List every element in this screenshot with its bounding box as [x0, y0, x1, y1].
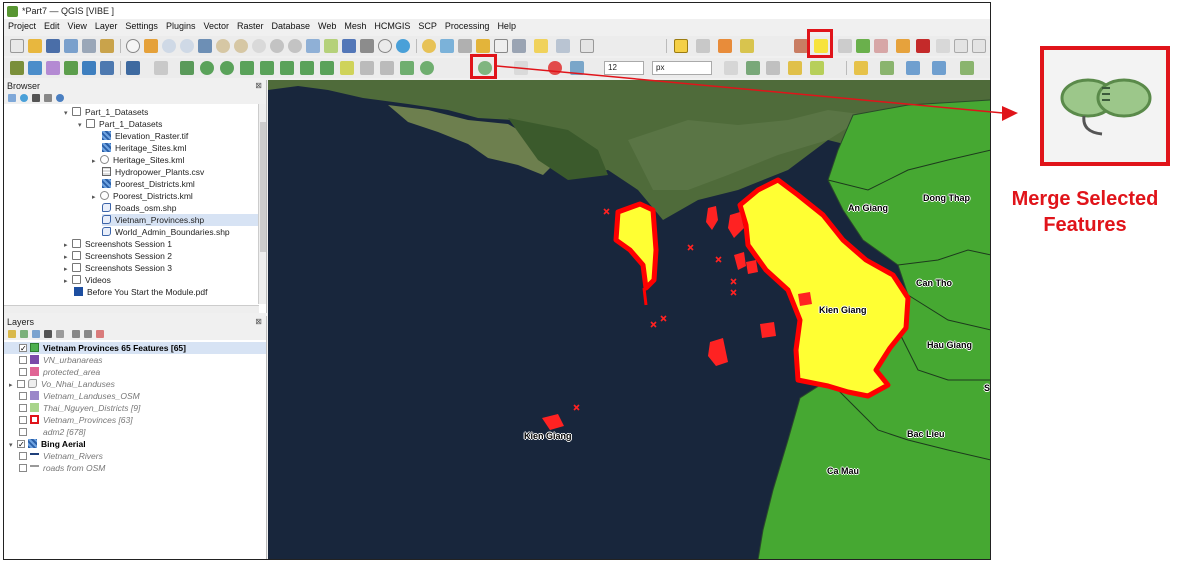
callout-text: Merge Selected Features: [996, 186, 1174, 238]
merge-selected-features-icon: [1060, 78, 1152, 136]
callout-line-1: Merge Selected: [1011, 188, 1159, 210]
merge-icon-zoom-card: [1040, 46, 1170, 166]
callout-arrow: [496, 65, 1018, 121]
callout-line-2: Features: [1043, 214, 1127, 236]
annotated-screenshot: *Part7 — QGIS [VIBE ] Project Edit View Lay…: [0, 0, 1177, 570]
